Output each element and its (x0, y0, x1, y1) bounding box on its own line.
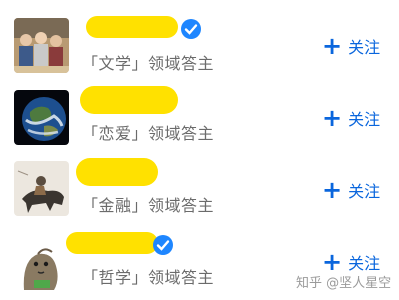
list-item: 「文学」领域答主 + 关注 (0, 10, 399, 84)
watermark: 知乎 @坚人星空 (296, 276, 392, 291)
user-domain-tag: 「文学」领域答主 (82, 54, 215, 73)
redacted-username (80, 86, 178, 114)
avatar-image (14, 18, 69, 73)
list-item: 「金融」领域答主 + 关注 (0, 158, 399, 232)
redacted-username (86, 16, 178, 38)
follow-button[interactable]: + 关注 (322, 34, 380, 58)
follow-button[interactable]: + 关注 (322, 250, 380, 274)
follow-label: 关注 (348, 254, 381, 273)
verified-badge-icon (152, 234, 174, 256)
redacted-username (66, 232, 158, 254)
plus-icon: + (322, 104, 343, 132)
avatar-image (14, 240, 69, 295)
follow-label: 关注 (348, 182, 381, 201)
follow-button[interactable]: + 关注 (322, 106, 380, 130)
follow-label: 关注 (348, 38, 381, 57)
avatar-image (14, 90, 69, 145)
user-domain-tag: 「哲学」领域答主 (82, 268, 215, 287)
list-item: 「恋爱」领域答主 + 关注 (0, 84, 399, 158)
avatar[interactable] (14, 240, 69, 295)
verified-badge-icon (180, 18, 202, 40)
user-domain-tag: 「恋爱」领域答主 (82, 124, 215, 143)
plus-icon: + (322, 32, 343, 60)
user-domain-tag: 「金融」领域答主 (82, 196, 215, 215)
follow-button[interactable]: + 关注 (322, 178, 380, 202)
avatar[interactable] (14, 18, 69, 73)
redacted-username (76, 158, 158, 186)
plus-icon: + (322, 176, 343, 204)
avatar[interactable] (14, 90, 69, 145)
avatar-image (14, 161, 69, 216)
avatar[interactable] (14, 161, 69, 216)
follow-label: 关注 (348, 110, 381, 129)
plus-icon: + (322, 248, 343, 276)
